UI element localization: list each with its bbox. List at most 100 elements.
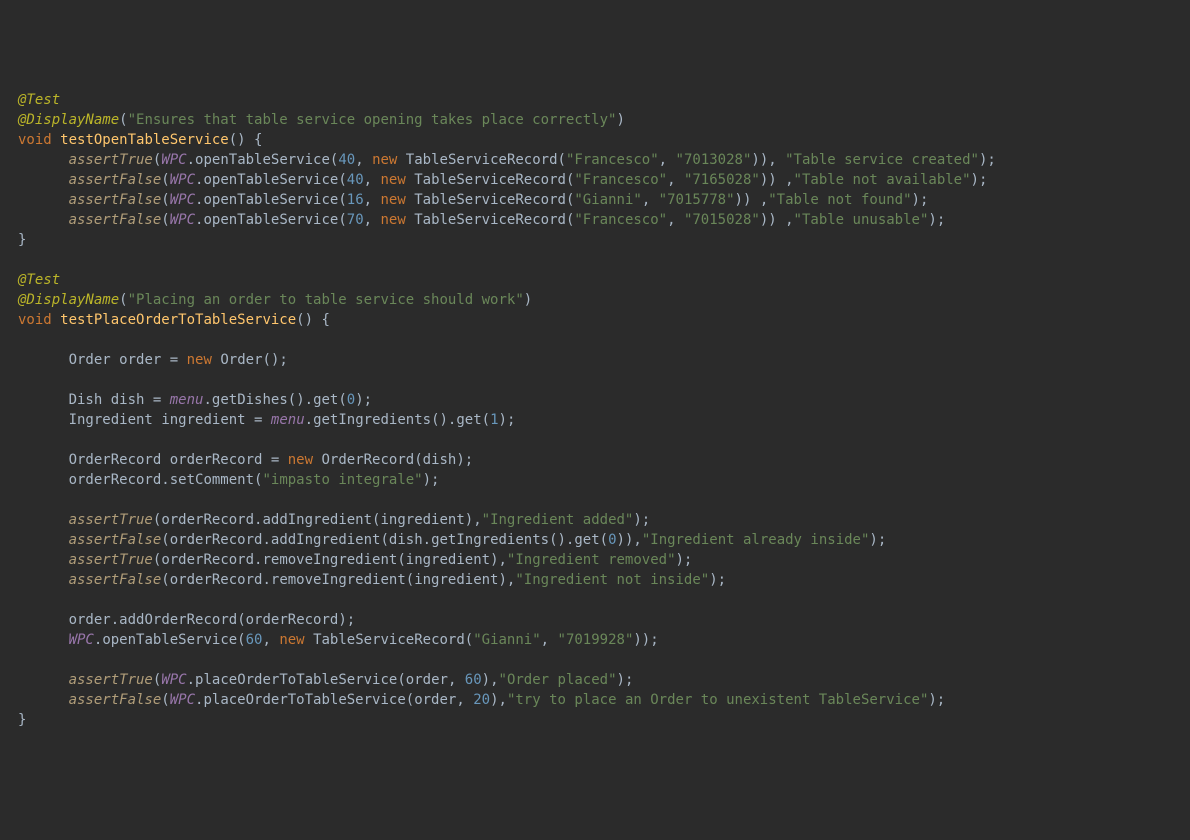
method-call: getDishes [212,392,288,408]
string: "Table service created" [785,152,979,168]
var: orderRecord [170,532,263,548]
var: order [414,692,456,708]
method-call: removeIngredient [271,572,406,588]
string: "Gianni" [574,192,641,208]
class-name: TableServiceRecord [414,212,566,228]
assert-false: assertFalse [69,692,162,708]
method-call: openTableService [203,212,338,228]
string: "Ingredient added" [482,512,634,528]
assert-false: assertFalse [69,172,162,188]
method-call: get [313,392,338,408]
annotation-test: @Test [18,92,60,108]
assert-false: assertFalse [69,532,162,548]
var: order [69,612,111,628]
assert-false: assertFalse [69,212,162,228]
var: orderRecord [161,512,254,528]
keyword-new: new [372,152,397,168]
string: "7015778" [659,192,735,208]
static-menu: menu [170,392,204,408]
assert-true: assertTrue [69,512,153,528]
string: "Gianni" [473,632,540,648]
method-call: get [574,532,599,548]
static-menu: menu [271,412,305,428]
annotation-test: @Test [18,272,60,288]
string: "Placing an order to table service shoul… [128,292,524,308]
string: "Francesco" [574,212,667,228]
assert-true: assertTrue [69,672,153,688]
string: "Francesco" [566,152,659,168]
number: 40 [347,172,364,188]
string: "7015028" [684,212,760,228]
static-wpc: WPC [170,692,195,708]
number: 70 [347,212,364,228]
annotation-displayname: @DisplayName [18,112,119,128]
method-call: getIngredients [313,412,431,428]
method-call: openTableService [203,192,338,208]
var: orderRecord [246,612,339,628]
string: "impasto integrale" [262,472,422,488]
keyword-new: new [288,452,313,468]
keyword-new: new [380,192,405,208]
string: "Table not found" [768,192,911,208]
var: ingredient [380,512,464,528]
class-name: TableServiceRecord [414,192,566,208]
static-wpc: WPC [69,632,94,648]
string: "try to place an Order to unexistent Tab… [507,692,928,708]
assert-true: assertTrue [69,552,153,568]
var: order [406,672,448,688]
annotation-displayname: @DisplayName [18,292,119,308]
method-call: addIngredient [271,532,381,548]
var: orderRecord [170,452,263,468]
code-editor[interactable]: @Test @DisplayName("Ensures that table s… [18,90,1172,730]
method-call: get [456,412,481,428]
keyword-new: new [380,212,405,228]
static-wpc: WPC [170,212,195,228]
class-name: TableServiceRecord [414,172,566,188]
string: "Order placed" [499,672,617,688]
keyword-void: void [18,132,52,148]
class-name: TableServiceRecord [313,632,465,648]
static-wpc: WPC [170,192,195,208]
var: dish [389,532,423,548]
string: "Ensures that table service opening take… [128,112,617,128]
number: 40 [338,152,355,168]
var: ingredient [414,572,498,588]
string: "7013028" [676,152,752,168]
string: "Ingredient already inside" [642,532,870,548]
number: 60 [246,632,263,648]
method-call: openTableService [195,152,330,168]
class-name: Order [220,352,262,368]
string: "Ingredient removed" [507,552,676,568]
class-name: Ingredient [69,412,153,428]
class-name: Dish [69,392,103,408]
keyword-void: void [18,312,52,328]
method-call: removeIngredient [262,552,397,568]
number: 1 [490,412,498,428]
assert-false: assertFalse [69,572,162,588]
method-name: testOpenTableService [60,132,229,148]
var: ingredient [161,412,245,428]
string: "Francesco" [574,172,667,188]
var: dish [423,452,457,468]
number: 60 [465,672,482,688]
var: ingredient [406,552,490,568]
string: "7165028" [684,172,760,188]
string: "7019928" [558,632,634,648]
class-name: OrderRecord [321,452,414,468]
var: dish [111,392,145,408]
method-call: openTableService [102,632,237,648]
string: "Table not available" [794,172,971,188]
var: orderRecord [170,572,263,588]
keyword-new: new [187,352,212,368]
method-call: addIngredient [262,512,372,528]
method-call: placeOrderToTableService [203,692,405,708]
keyword-new: new [380,172,405,188]
number: 16 [347,192,364,208]
method-call: getIngredients [431,532,549,548]
method-call: placeOrderToTableService [195,672,397,688]
method-call: addOrderRecord [119,612,237,628]
class-name: TableServiceRecord [406,152,558,168]
class-name: Order [69,352,111,368]
number: 0 [608,532,616,548]
static-wpc: WPC [161,152,186,168]
